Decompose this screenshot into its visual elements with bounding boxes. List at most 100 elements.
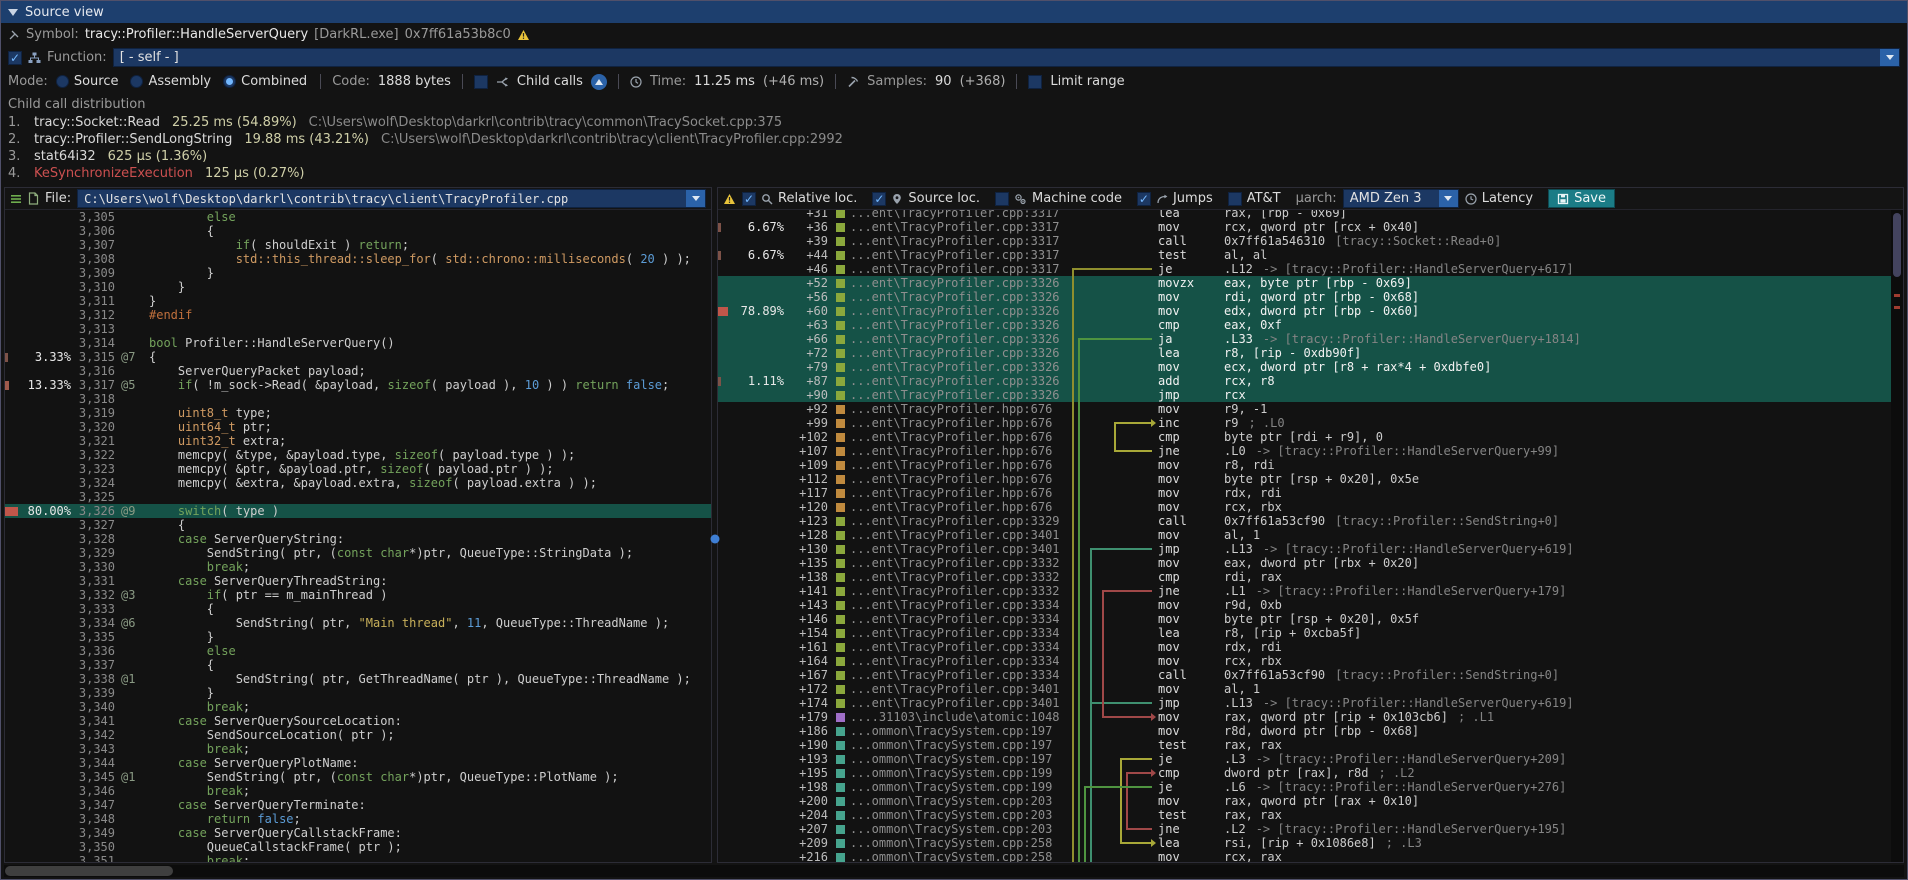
assembly-row[interactable]: +117...ent\TracyProfiler.hpp:676movrdx, … xyxy=(718,486,1903,500)
assembly-row[interactable]: +120...ent\TracyProfiler.hpp:676movrcx, … xyxy=(718,500,1903,514)
assembly-row[interactable]: +112...ent\TracyProfiler.hpp:676movbyte … xyxy=(718,472,1903,486)
source-line[interactable]: 3,351 break; xyxy=(5,854,711,862)
child-call-item[interactable]: 1.tracy::Socket::Read25.25 ms (54.89%)C:… xyxy=(8,114,1900,131)
source-line[interactable]: 3,323 memcpy( &ptr, &payload.ptr, sizeof… xyxy=(5,462,711,476)
assembly-row[interactable]: +174...ent\TracyProfiler.cpp:3401jmp.L13… xyxy=(718,696,1903,710)
assembly-row[interactable]: +130...ent\TracyProfiler.cpp:3401jmp.L13… xyxy=(718,542,1903,556)
assembly-row[interactable]: +204...ommon\TracySystem.cpp:203testrax,… xyxy=(718,808,1903,822)
panel-splitter[interactable] xyxy=(712,187,717,863)
source-line[interactable]: 3,322 memcpy( &type, &payload.type, size… xyxy=(5,448,711,462)
mode-radio-combined[interactable]: Combined xyxy=(223,74,307,89)
assembly-row[interactable]: 6.67%+36...ent\TracyProfiler.cpp:3317mov… xyxy=(718,220,1903,234)
relative-loc-toggle[interactable]: Relative loc. xyxy=(742,191,857,206)
assembly-row[interactable]: +216...ommon\TracySystem.cpp:258movrcx, … xyxy=(718,850,1903,862)
assembly-row[interactable]: +143...ent\TracyProfiler.cpp:3334movr9d,… xyxy=(718,598,1903,612)
source-line[interactable]: 3,319 uint8_t type; xyxy=(5,406,711,420)
assembly-row[interactable]: +141...ent\TracyProfiler.cpp:3332jne.L1-… xyxy=(718,584,1903,598)
child-calls-checkbox[interactable] xyxy=(474,75,488,89)
uarch-combo[interactable]: AMD Zen 3 xyxy=(1343,189,1459,208)
assembly-row[interactable]: +164...ent\TracyProfiler.cpp:3334movrcx,… xyxy=(718,654,1903,668)
source-loc-checkbox[interactable] xyxy=(872,192,886,206)
source-line[interactable]: 3,313 xyxy=(5,322,711,336)
up-level-button[interactable] xyxy=(591,74,607,90)
source-line[interactable]: 3,346 break; xyxy=(5,784,711,798)
assembly-row[interactable]: 6.67%+44...ent\TracyProfiler.cpp:3317tes… xyxy=(718,248,1903,262)
source-line[interactable]: 3,349 case ServerQueryCallstackFrame: xyxy=(5,826,711,840)
source-line[interactable]: 3,333 { xyxy=(5,602,711,616)
source-line[interactable]: 3,306 { xyxy=(5,224,711,238)
att-toggle[interactable]: AT&T xyxy=(1228,191,1281,206)
source-line[interactable]: 3,320 uint64_t ptr; xyxy=(5,420,711,434)
assembly-row[interactable]: +161...ent\TracyProfiler.cpp:3334movrdx,… xyxy=(718,640,1903,654)
source-line[interactable]: 3,305 else xyxy=(5,210,711,224)
source-line[interactable]: 3,324 memcpy( &extra, &payload.extra, si… xyxy=(5,476,711,490)
assembly-row[interactable]: +195...ommon\TracySystem.cpp:199cmpdword… xyxy=(718,766,1903,780)
jumps-toggle[interactable]: Jumps xyxy=(1137,191,1213,206)
mode-radio-source[interactable]: Source xyxy=(56,74,119,89)
source-line[interactable]: 13.33%3,317@5 if( !m_sock->Read( &payloa… xyxy=(5,378,711,392)
machine-code-toggle[interactable]: Machine code xyxy=(995,191,1122,206)
source-line[interactable]: 3,341 case ServerQuerySourceLocation: xyxy=(5,714,711,728)
assembly-row[interactable]: +52...ent\TracyProfiler.cpp:3326movzxeax… xyxy=(718,276,1903,290)
source-line[interactable]: 3,344 case ServerQueryPlotName: xyxy=(5,756,711,770)
assembly-row[interactable]: +46...ent\TracyProfiler.cpp:3317je.L12->… xyxy=(718,262,1903,276)
source-line[interactable]: 3,316 ServerQueryPacket payload; xyxy=(5,364,711,378)
source-line[interactable]: 3,310 } xyxy=(5,280,711,294)
assembly-row[interactable]: +109...ent\TracyProfiler.hpp:676movr8, r… xyxy=(718,458,1903,472)
assembly-row[interactable]: +92...ent\TracyProfiler.hpp:676movr9, -1 xyxy=(718,402,1903,416)
assembly-row[interactable]: 78.89%+60...ent\TracyProfiler.cpp:3326mo… xyxy=(718,304,1903,318)
source-line[interactable]: 3,318 xyxy=(5,392,711,406)
assembly-row[interactable]: +198...ommon\TracySystem.cpp:199je.L6-> … xyxy=(718,780,1903,794)
source-line[interactable]: 3,343 break; xyxy=(5,742,711,756)
latency-button[interactable]: Latency xyxy=(1465,191,1533,206)
assembly-row[interactable]: +63...ent\TracyProfiler.cpp:3326cmpeax, … xyxy=(718,318,1903,332)
source-line[interactable]: 3,309 } xyxy=(5,266,711,280)
assembly-row[interactable]: +99...ent\TracyProfiler.hpp:676incr9; .L… xyxy=(718,416,1903,430)
source-line[interactable]: 3,336 else xyxy=(5,644,711,658)
assembly-row[interactable]: +72...ent\TracyProfiler.cpp:3326lear8, [… xyxy=(718,346,1903,360)
source-line[interactable]: 3,339 } xyxy=(5,686,711,700)
assembly-row[interactable]: +66...ent\TracyProfiler.cpp:3326ja.L33->… xyxy=(718,332,1903,346)
assembly-row[interactable]: +179....31103\include\atomic:1048movrax,… xyxy=(718,710,1903,724)
child-call-item[interactable]: 2.tracy::Profiler::SendLongString19.88 m… xyxy=(8,131,1900,148)
source-line[interactable]: 3,340 break; xyxy=(5,700,711,714)
source-line[interactable]: 3,347 case ServerQueryTerminate: xyxy=(5,798,711,812)
assembly-row[interactable]: +31...ent\TracyProfiler.cpp:3317learax, … xyxy=(718,210,1903,220)
source-line[interactable]: 3,348 return false; xyxy=(5,812,711,826)
file-list-icon[interactable] xyxy=(10,193,22,205)
assembly-row[interactable]: +193...ommon\TracySystem.cpp:197je.L3-> … xyxy=(718,752,1903,766)
assembly-row[interactable]: +200...ommon\TracySystem.cpp:203movrax, … xyxy=(718,794,1903,808)
source-line[interactable]: 3,350 QueueCallstackFrame( ptr ); xyxy=(5,840,711,854)
child-call-item[interactable]: 3.stat64i32625 μs (1.36%) xyxy=(8,148,1900,165)
source-line[interactable]: 3,338@1 SendString( ptr, GetThreadName( … xyxy=(5,672,711,686)
jumps-checkbox[interactable] xyxy=(1137,192,1151,206)
function-checkbox[interactable] xyxy=(8,51,22,65)
source-line[interactable]: 3,308 std::this_thread::sleep_for( std::… xyxy=(5,252,711,266)
assembly-row[interactable]: +128...ent\TracyProfiler.cpp:3401moval, … xyxy=(718,528,1903,542)
assembly-row[interactable]: +56...ent\TracyProfiler.cpp:3326movrdi, … xyxy=(718,290,1903,304)
source-line[interactable]: 3,325 xyxy=(5,490,711,504)
limit-range-checkbox[interactable] xyxy=(1028,75,1042,89)
source-line[interactable]: 3,331 case ServerQueryThreadString: xyxy=(5,574,711,588)
chevron-down-icon[interactable] xyxy=(686,190,705,207)
assembly-row[interactable]: +186...ommon\TracySystem.cpp:197movr8d, … xyxy=(718,724,1903,738)
source-line[interactable]: 3,329 SendString( ptr, (const char*)ptr,… xyxy=(5,546,711,560)
source-line[interactable]: 3,321 uint32_t extra; xyxy=(5,434,711,448)
assembly-row[interactable]: +154...ent\TracyProfiler.cpp:3334lear8, … xyxy=(718,626,1903,640)
assembly-view[interactable]: +31...ent\TracyProfiler.cpp:3317learax, … xyxy=(718,210,1903,862)
scrollbar-thumb[interactable] xyxy=(5,866,173,876)
file-combo[interactable]: C:\Users\wolf\Desktop\darkrl\contrib\tra… xyxy=(77,189,706,208)
source-line[interactable]: 3,345@1 SendString( ptr, (const char*)pt… xyxy=(5,770,711,784)
scrollbar-thumb[interactable] xyxy=(1893,213,1901,277)
source-line[interactable]: 3,334@6 SendString( ptr, "Main thread", … xyxy=(5,616,711,630)
source-line[interactable]: 3,335 } xyxy=(5,630,711,644)
chevron-down-icon[interactable] xyxy=(1880,49,1899,66)
assembly-row[interactable]: +190...ommon\TracySystem.cpp:197testrax,… xyxy=(718,738,1903,752)
source-line[interactable]: 80.00%3,326@9 switch( type ) xyxy=(5,504,711,518)
assembly-scrollbar[interactable] xyxy=(1891,210,1903,862)
titlebar[interactable]: Source view xyxy=(1,1,1907,23)
assembly-row[interactable]: 1.11%+87...ent\TracyProfiler.cpp:3326add… xyxy=(718,374,1903,388)
assembly-row[interactable]: +107...ent\TracyProfiler.hpp:676jne.L0->… xyxy=(718,444,1903,458)
function-combo[interactable]: [ - self - ] xyxy=(113,48,1900,67)
assembly-row[interactable]: +209...ommon\TracySystem.cpp:258learsi, … xyxy=(718,836,1903,850)
